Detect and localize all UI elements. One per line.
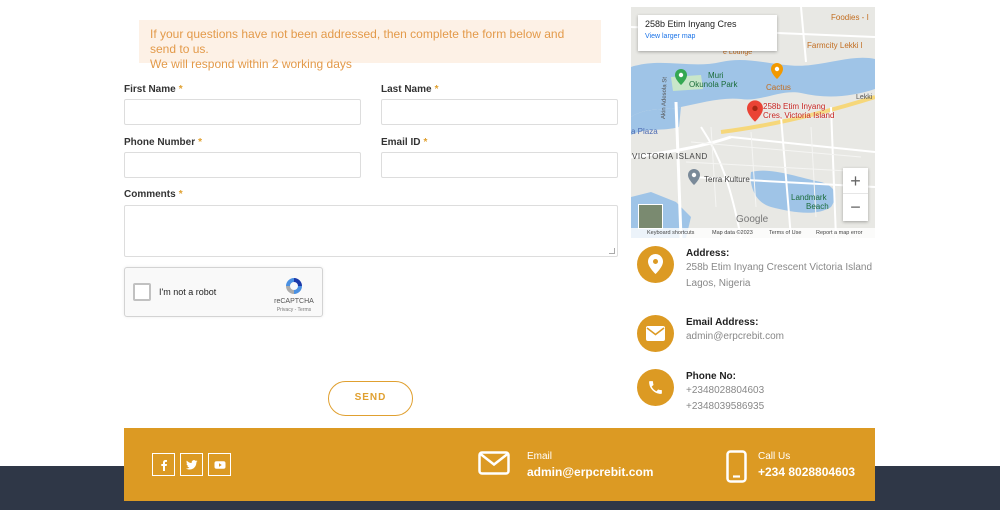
- map-label-landmark: Landmark: [791, 193, 827, 202]
- first-name-label: First Name *: [124, 84, 183, 95]
- youtube-button[interactable]: [208, 453, 231, 476]
- email-id-input[interactable]: [381, 152, 618, 178]
- address-value: 258b Etim Inyang Crescent Victoria Islan…: [686, 262, 873, 289]
- facebook-button[interactable]: [152, 453, 175, 476]
- recaptcha-logo-icon: [286, 278, 302, 294]
- view-larger-map-link[interactable]: View larger map: [645, 33, 770, 40]
- zoom-in-button[interactable]: +: [843, 168, 868, 194]
- email-address-value[interactable]: admin@erpcrebit.com: [686, 329, 784, 345]
- google-map[interactable]: Foodies - I Farmcity Lekki l e Lounge Ca…: [631, 7, 875, 238]
- envelope-icon: [478, 451, 510, 475]
- phone-number-input[interactable]: [124, 152, 361, 178]
- footer-email-value[interactable]: admin@erpcrebit.com: [527, 465, 653, 479]
- resize-grip-icon[interactable]: [609, 248, 615, 254]
- map-data-text: Map data ©2023: [712, 230, 753, 236]
- map-label-foodies: Foodies - I: [831, 13, 869, 22]
- send-button[interactable]: SEND: [328, 381, 413, 416]
- first-name-input[interactable]: [124, 99, 361, 125]
- phone-number-label: Phone Number *: [124, 137, 203, 148]
- footer-call-value[interactable]: +234 8028804603: [758, 465, 855, 479]
- twitter-icon: [186, 460, 198, 470]
- map-label-terra-kulture: Terra Kulture: [704, 175, 750, 184]
- recaptcha-widget: I'm not a robot reCAPTCHA Privacy - Term…: [124, 267, 323, 317]
- recaptcha-checkbox[interactable]: [133, 283, 151, 301]
- google-logo: Google: [736, 214, 769, 225]
- map-label-cactus: Cactus: [766, 83, 791, 92]
- notice-line-1: If your questions have not been addresse…: [150, 27, 565, 56]
- report-map-error-link[interactable]: Report a map error: [816, 228, 862, 238]
- location-pin-icon[interactable]: [747, 100, 763, 122]
- recaptcha-links[interactable]: Privacy - Terms: [269, 307, 319, 313]
- comments-label: Comments *: [124, 189, 183, 200]
- zoom-out-button[interactable]: −: [843, 194, 868, 220]
- form-notice: If your questions have not been addresse…: [139, 20, 601, 71]
- youtube-icon: [214, 461, 226, 469]
- last-name-label: Last Name *: [381, 84, 439, 95]
- address-icon-circle: [637, 246, 674, 283]
- place-marker-icon[interactable]: [688, 169, 700, 185]
- map-footer: Keyboard shortcuts Map data ©2023 Terms …: [631, 228, 875, 238]
- keyboard-shortcuts-link[interactable]: Keyboard shortcuts: [647, 228, 694, 238]
- contact-footer-banner: Email admin@erpcrebit.com Call Us +234 8…: [124, 428, 875, 501]
- phone-icon: [649, 381, 662, 394]
- map-label-farmcity: Farmcity Lekki l: [807, 41, 863, 50]
- phone-number-1[interactable]: +2348028804603: [686, 383, 764, 399]
- twitter-button[interactable]: [180, 453, 203, 476]
- map-label-plaza: a Plaza: [631, 127, 658, 136]
- phone-number-2[interactable]: +2348039586935: [686, 399, 764, 415]
- recaptcha-brand: reCAPTCHA: [274, 298, 314, 305]
- notice-line-2: We will respond within 2 working days: [150, 57, 352, 71]
- phone-icon-circle: [637, 369, 674, 406]
- footer-call-label: Call Us: [758, 451, 791, 462]
- facebook-icon: [161, 460, 167, 471]
- map-place-card: 258b Etim Inyang Cres View larger map: [638, 15, 777, 51]
- map-label-victoria-island: VICTORIA ISLAND: [632, 152, 708, 161]
- recaptcha-label: I'm not a robot: [159, 287, 217, 297]
- pin-label: 258b Etim Inyang Cres, Victoria Island: [763, 102, 835, 120]
- satellite-toggle-button[interactable]: [638, 204, 663, 229]
- email-id-label: Email ID *: [381, 137, 428, 148]
- location-pin-icon: [648, 254, 663, 274]
- comments-textarea[interactable]: [124, 205, 618, 257]
- phone-title: Phone No:: [686, 371, 736, 382]
- restaurant-marker-icon[interactable]: [771, 63, 783, 79]
- map-label-lekki: Lekki: [856, 94, 873, 101]
- map-zoom-control: + −: [843, 168, 868, 221]
- map-label-muri: Muri: [708, 71, 724, 80]
- map-place-title: 258b Etim Inyang Cres: [645, 19, 737, 29]
- footer-email-label: Email: [527, 451, 553, 462]
- terms-of-use-link[interactable]: Terms of Use: [769, 228, 801, 238]
- address-title: Address:: [686, 248, 730, 259]
- email-icon-circle: [637, 315, 674, 352]
- envelope-icon: [646, 326, 665, 341]
- mobile-phone-icon: [726, 450, 747, 483]
- map-label-beach: Beach: [806, 202, 829, 211]
- map-label-okunola-park: Okunola Park: [689, 80, 738, 89]
- last-name-input[interactable]: [381, 99, 618, 125]
- email-address-title: Email Address:: [686, 317, 759, 328]
- park-marker-icon[interactable]: [675, 69, 687, 85]
- phone-values: +2348028804603 +2348039586935: [686, 383, 764, 415]
